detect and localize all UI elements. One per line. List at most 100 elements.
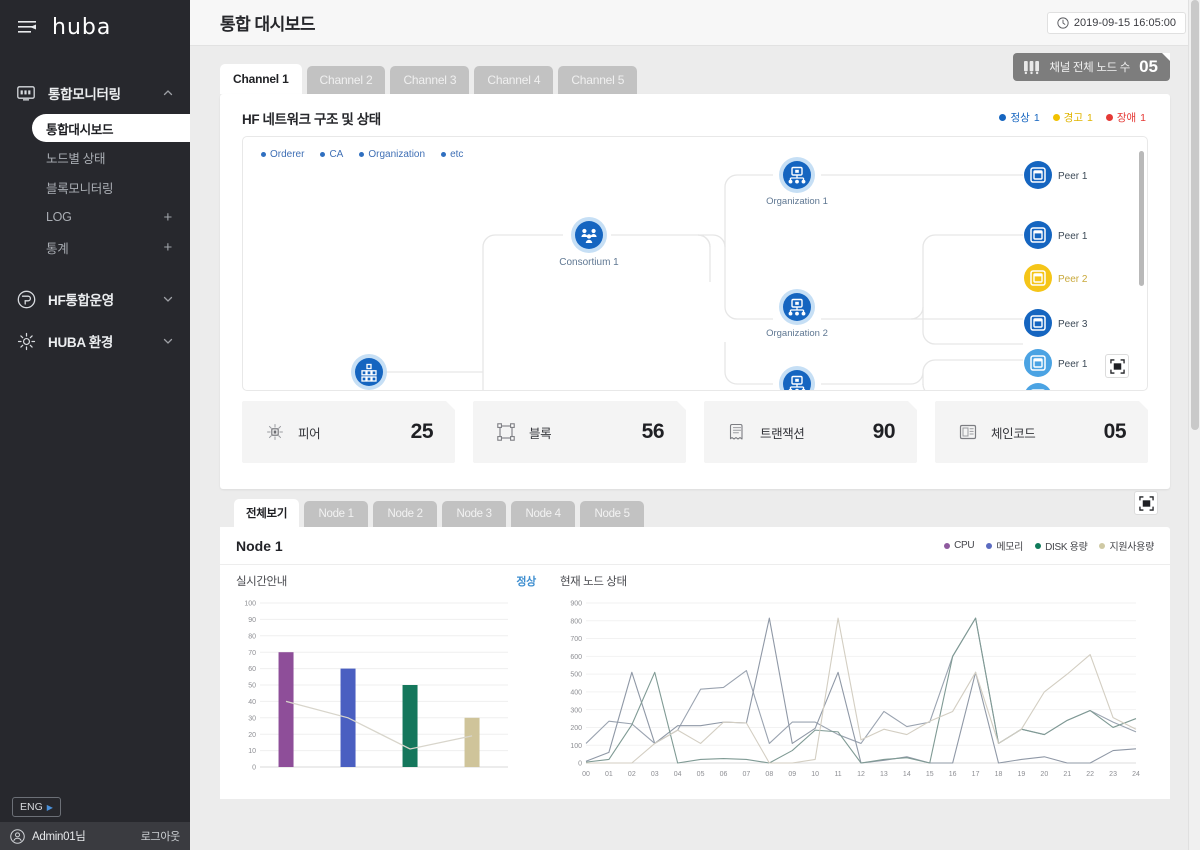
- node-expand-button[interactable]: [1134, 491, 1158, 515]
- legend-organization: Organization: [359, 149, 425, 160]
- node-header: Node 1 CPU 메모리 DISK 용량 지원사용량: [220, 527, 1170, 565]
- stat-card-chaincode[interactable]: 체인코드 05: [935, 401, 1148, 463]
- resource-legend: CPU 메모리 DISK 용량 지원사용량: [944, 538, 1154, 553]
- legend-error-label: 장애: [1116, 112, 1137, 124]
- page-scrollbar[interactable]: [1188, 0, 1200, 850]
- line-chart-svg: 0 100 200 300 400 500 600 700 800 900 00 01 02 03 04 05…: [570, 601, 1140, 778]
- avatar: [10, 828, 25, 844]
- svg-text:24: 24: [1132, 771, 1140, 778]
- sidebar-item-node-status[interactable]: 노드별 상태: [0, 142, 190, 172]
- network-node-peer-2-warning: [1024, 264, 1052, 292]
- language-label: ENG: [20, 801, 43, 813]
- stat-card-block[interactable]: 블록 56: [473, 401, 686, 463]
- datetime-display: 2019-09-15 16:05:00: [1046, 11, 1186, 34]
- sidebar-item-stats[interactable]: 통계 +: [0, 232, 190, 262]
- sidebar-group-monitoring[interactable]: 통합모니터링: [0, 72, 190, 114]
- svg-text:Consortium 1: Consortium 1: [559, 257, 619, 268]
- sidebar-item-block-monitoring[interactable]: 블록모니터링: [0, 172, 190, 202]
- channel-tabstrip: Channel 1 Channel 2 Channel 3 Channel 4 …: [190, 46, 1200, 94]
- channel-node-count-badge[interactable]: 채널 전체 노드 수 05: [1013, 53, 1170, 81]
- page-scrollbar-thumb[interactable]: [1191, 0, 1199, 430]
- legend-memory-label: 메모리: [996, 542, 1024, 553]
- sidebar-group-label: 통합모니터링: [48, 87, 121, 102]
- legend-warning: 경고 1: [1052, 110, 1093, 125]
- card-corner: [908, 401, 917, 410]
- stat-value: 56: [641, 420, 665, 443]
- svg-text:500: 500: [570, 672, 582, 679]
- svg-text:0: 0: [578, 761, 582, 768]
- tab-node-1[interactable]: Node 1: [304, 501, 369, 527]
- legend-memory: 메모리: [986, 538, 1023, 553]
- sidebar-item-log[interactable]: LOG +: [0, 202, 190, 232]
- network-node-organization-3: [779, 366, 815, 390]
- tab-channel-1[interactable]: Channel 1: [220, 64, 302, 94]
- svg-text:Peer 1: Peer 1: [1058, 171, 1088, 182]
- plus-icon[interactable]: +: [164, 240, 173, 255]
- network-scrollbar-thumb[interactable]: [1139, 151, 1144, 286]
- tab-node-3[interactable]: Node 3: [442, 501, 507, 527]
- svg-text:Peer 2: Peer 2: [1058, 274, 1088, 285]
- hamburger-icon[interactable]: [18, 20, 36, 34]
- stat-card-transaction[interactable]: 트랜잭션 90: [704, 401, 917, 463]
- svg-text:01: 01: [605, 771, 613, 778]
- user-name: Admin01님: [32, 831, 86, 843]
- stat-card-peer[interactable]: 피어 25: [242, 401, 455, 463]
- svg-text:06: 06: [720, 771, 728, 778]
- sidebar-nav: 통합모니터링 통합대시보드 노드별 상태 블록모니터링 LOG + 통계 + H…: [0, 72, 190, 362]
- svg-text:04: 04: [674, 771, 682, 778]
- chevron-up-icon[interactable]: [162, 87, 174, 99]
- chevron-right-icon: ▶: [46, 802, 53, 812]
- tab-channel-2[interactable]: Channel 2: [306, 66, 386, 94]
- tab-node-2[interactable]: Node 2: [373, 501, 438, 527]
- sidebar-group-hf-operations[interactable]: HF통합운영: [0, 278, 190, 320]
- sidebar-group-label: HUBA 환경: [48, 335, 113, 350]
- sidebar: huba 통합모니터링 통합대시보드 노드별 상태 블록모니터링 LOG + 통…: [0, 0, 190, 850]
- svg-text:700: 700: [570, 636, 582, 643]
- clock-icon: [1057, 16, 1069, 29]
- legend-dot-cpu: [944, 542, 951, 549]
- legend-error-count: 1: [1140, 111, 1146, 124]
- status-dot-normal: [999, 114, 1007, 121]
- sidebar-group-huba-env[interactable]: HUBA 환경: [0, 320, 190, 362]
- network-node-peer-1c: [1024, 349, 1052, 377]
- network-node-peer-3: [1024, 309, 1052, 337]
- charts-row: 실시간안내 정상 0 10 20 30 40 50 60 70 80 90 100 현재 노드 상태…: [220, 565, 1170, 790]
- network-expand-button[interactable]: [1105, 354, 1129, 378]
- svg-text:17: 17: [972, 771, 980, 778]
- tab-channel-3[interactable]: Channel 3: [390, 66, 470, 94]
- stat-label: 체인코드: [991, 426, 1036, 441]
- svg-text:400: 400: [570, 689, 582, 696]
- sidebar-brand-row: huba: [0, 0, 190, 54]
- badge-corner: [1162, 53, 1170, 61]
- chevron-down-icon[interactable]: [162, 335, 174, 347]
- brand-logo[interactable]: huba: [52, 15, 111, 40]
- realtime-bar-chart: 실시간안내 정상 0 10 20 30 40 50 60 70 80 90 100: [236, 573, 536, 790]
- network-node-ca: [351, 354, 387, 390]
- svg-text:0: 0: [252, 765, 256, 772]
- tab-all-nodes[interactable]: 전체보기: [234, 499, 300, 527]
- legend-normal-label: 정상: [1010, 112, 1030, 124]
- legend-ca-label: CA: [329, 149, 344, 160]
- logout-button[interactable]: 로그아웃: [141, 828, 181, 844]
- node-state-line-chart: 현재 노드 상태 0 100 200 300 400 500 600 700 800 900 00 0…: [560, 573, 1154, 790]
- bar-chart-svg: 0 10 20 30 40 50 60 70 80 90 100: [244, 601, 508, 772]
- network-type-legend: Orderer CA Organization etc: [261, 149, 463, 160]
- tab-channel-5[interactable]: Channel 5: [558, 66, 638, 94]
- node-tabstrip: 전체보기 Node 1 Node 2 Node 3 Node 4 Node 5: [220, 489, 1170, 527]
- operations-icon: [16, 289, 36, 309]
- tab-channel-4[interactable]: Channel 4: [474, 66, 554, 94]
- plus-icon[interactable]: +: [164, 210, 173, 225]
- network-diagram[interactable]: Orderer CA Organization etc Consortium 1…: [242, 136, 1148, 391]
- svg-text:40: 40: [248, 699, 256, 706]
- chevron-down-icon[interactable]: [162, 293, 174, 305]
- legend-warning-label: 경고: [1063, 112, 1083, 124]
- tab-node-4[interactable]: Node 4: [511, 501, 576, 527]
- tab-node-5[interactable]: Node 5: [580, 501, 645, 527]
- legend-etc-label: etc: [450, 149, 464, 160]
- legend-orderer-label: Orderer: [270, 149, 305, 160]
- legend-organization-label: Organization: [368, 149, 426, 160]
- sidebar-item-dashboard[interactable]: 통합대시보드: [32, 114, 190, 142]
- language-toggle-button[interactable]: ENG ▶: [12, 797, 61, 817]
- node-panel: 전체보기 Node 1 Node 2 Node 3 Node 4 Node 5: [220, 489, 1170, 799]
- svg-text:12: 12: [857, 771, 865, 778]
